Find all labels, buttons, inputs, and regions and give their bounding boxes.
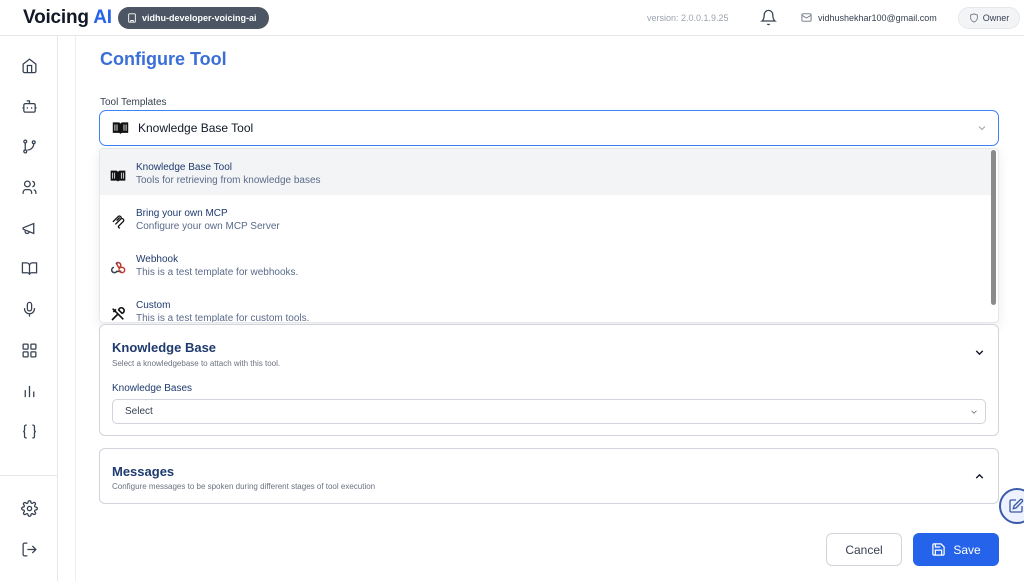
tool-templates-label: Tool Templates [100, 97, 167, 108]
grid-icon [21, 342, 37, 358]
sidebar-item-knowledge[interactable] [19, 258, 39, 278]
book-icon [110, 170, 126, 182]
chevron-down-icon [975, 350, 984, 356]
sidebar-item-settings[interactable] [19, 498, 39, 518]
template-option-custom[interactable]: Custom This is a test template for custo… [100, 287, 992, 323]
app-logo[interactable]: Voicing AI [23, 7, 112, 29]
option-description: This is a test template for custom tools… [136, 313, 310, 323]
org-name: vidhu-developer-voicing-ai [142, 13, 257, 23]
logo-text: Voicing [23, 7, 89, 28]
users-icon [21, 179, 37, 194]
sidebar-item-analytics[interactable] [19, 381, 39, 401]
home-icon [21, 57, 37, 73]
braces-icon [22, 423, 36, 439]
option-title: Custom [136, 300, 171, 311]
shield-icon [969, 13, 978, 23]
template-option-mcp[interactable]: Bring your own MCP Configure your own MC… [100, 195, 992, 241]
chevron-up-icon [975, 473, 984, 479]
sidebar-item-workflows[interactable] [19, 136, 39, 156]
org-switcher[interactable]: vidhu-developer-voicing-ai [118, 7, 269, 29]
save-icon [932, 543, 946, 556]
template-option-knowledge-base[interactable]: Knowledge Base Tool Tools for retrieving… [100, 149, 992, 195]
chevron-down-icon [971, 410, 977, 414]
save-label: Save [953, 542, 981, 557]
chevron-down-icon [978, 126, 986, 131]
sidebar-item-campaigns[interactable] [19, 218, 39, 238]
sidebar-item-voices[interactable] [19, 299, 39, 319]
knowledge-bases-select[interactable]: Select [112, 399, 986, 424]
collapse-toggle[interactable] [973, 470, 986, 488]
top-header: Voicing AI vidhu-developer-voicing-ai ve… [0, 0, 1024, 36]
sidebar-item-home[interactable] [19, 55, 39, 75]
option-description: This is a test template for webhooks. [136, 267, 299, 278]
sidebar-item-agents[interactable] [19, 96, 39, 116]
mcp-icon [111, 214, 124, 229]
git-branch-icon [22, 138, 36, 154]
sidebar-divider [0, 475, 58, 476]
bell-icon [760, 9, 777, 26]
sidebar-item-logout[interactable] [19, 539, 39, 559]
selected-template: Knowledge Base Tool [138, 121, 254, 135]
book-open-icon [21, 261, 37, 275]
bot-icon [21, 99, 37, 113]
option-description: Configure your own MCP Server [136, 221, 280, 232]
template-option-webhook[interactable]: Webhook This is a test template for webh… [100, 241, 992, 287]
save-button[interactable]: Save [913, 533, 999, 566]
tool-template-select[interactable]: Knowledge Base Tool [99, 110, 999, 146]
cancel-button[interactable]: Cancel [826, 533, 902, 566]
sidebar-item-integrations[interactable] [19, 340, 39, 360]
bar-chart-icon [24, 385, 34, 397]
option-description: Tools for retrieving from knowledge base… [136, 175, 321, 186]
dropdown-scrollbar[interactable] [991, 150, 996, 305]
knowledge-base-section: Knowledge Base Select a knowledgebase to… [99, 324, 999, 436]
notifications-button[interactable] [760, 9, 777, 31]
settings-icon [20, 499, 38, 517]
building-icon [128, 13, 136, 23]
app-version: version: 2.0.0.1.9.25 [647, 13, 729, 23]
user-account[interactable]: vidhushekhar100@gmail.com [801, 12, 937, 23]
user-email: vidhushekhar100@gmail.com [818, 12, 937, 23]
section-title: Messages [112, 464, 175, 479]
logo-accent-text: AI [93, 7, 112, 28]
section-subtitle: Configure messages to be spoken during d… [112, 482, 376, 491]
template-dropdown[interactable]: Knowledge Base Tool Tools for retrieving… [99, 148, 999, 323]
book-icon [112, 122, 129, 135]
main-content: Configure Tool Tool Templates Knowledge … [75, 36, 1024, 581]
knowledge-bases-label: Knowledge Bases [112, 383, 193, 394]
megaphone-icon [21, 222, 34, 234]
role-badge[interactable]: Owner [958, 7, 1020, 29]
webhook-icon [110, 261, 126, 274]
option-title: Bring your own MCP [136, 208, 228, 219]
option-title: Knowledge Base Tool [136, 162, 232, 173]
option-title: Webhook [136, 254, 179, 265]
collapse-toggle[interactable] [973, 346, 986, 364]
section-subtitle: Select a knowledgebase to attach with th… [112, 359, 281, 368]
section-title: Knowledge Base [112, 340, 217, 355]
messages-section: Messages Configure messages to be spoken… [99, 448, 999, 504]
tools-icon [111, 307, 125, 321]
logout-icon [21, 541, 37, 557]
microphone-icon [23, 301, 35, 317]
sidebar-item-users[interactable] [19, 177, 39, 197]
mail-icon [801, 13, 812, 22]
select-placeholder: Select [125, 406, 153, 417]
sidebar-item-variables[interactable] [19, 421, 39, 441]
sidebar [0, 36, 58, 581]
edit-note-icon [1009, 498, 1024, 513]
role-label: Owner [982, 13, 1010, 23]
page-title: Configure Tool [100, 49, 227, 69]
